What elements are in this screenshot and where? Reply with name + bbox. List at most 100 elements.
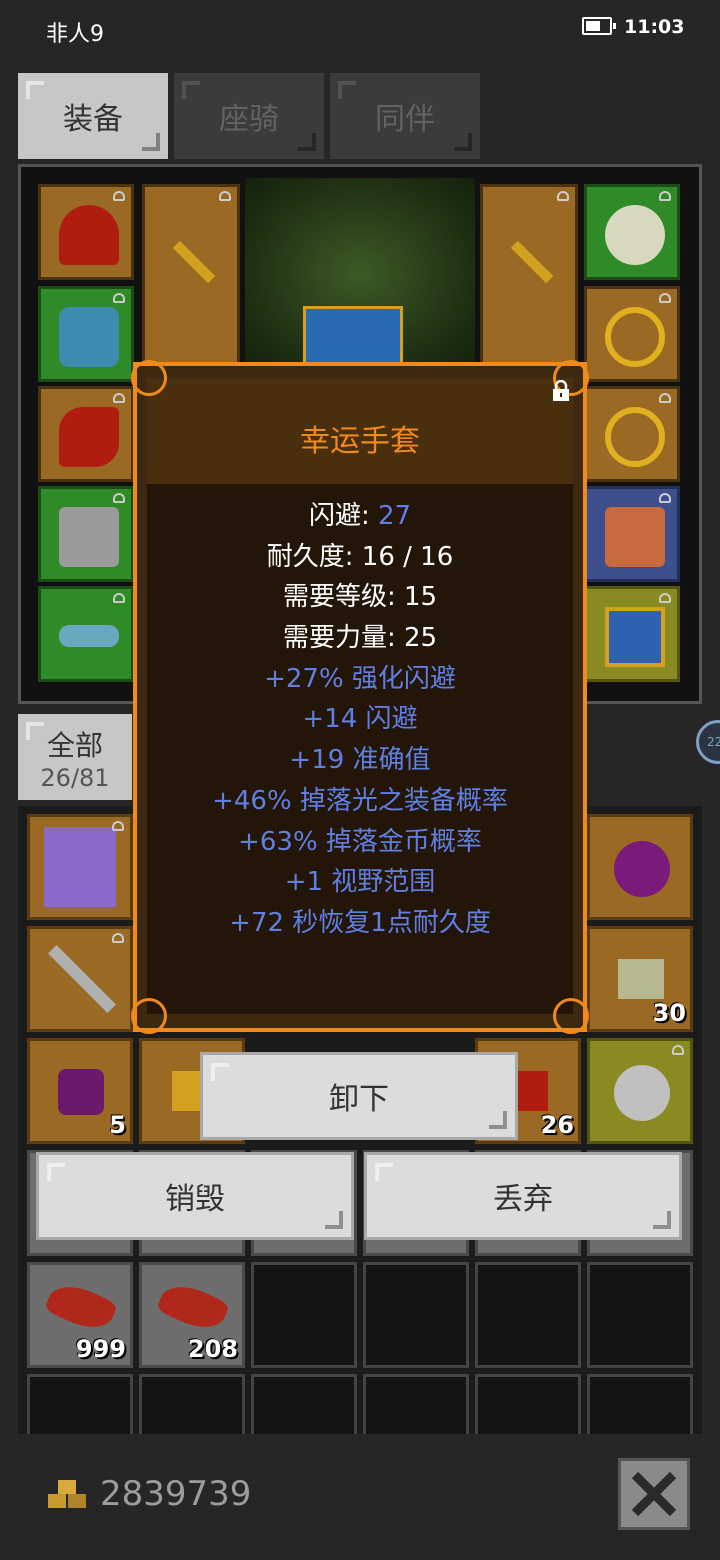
lock-icon — [219, 191, 231, 201]
inventory-slot[interactable] — [587, 814, 693, 920]
inventory-slot-empty[interactable] — [251, 1262, 357, 1368]
inventory-slot-empty[interactable] — [475, 1374, 581, 1434]
red-feather-icon — [155, 1276, 231, 1338]
slot-chest[interactable] — [584, 586, 680, 682]
discard-label: 丢弃 — [493, 1182, 553, 1217]
slot-gloves[interactable] — [38, 386, 134, 482]
discard-button[interactable]: 丢弃 — [364, 1152, 682, 1240]
status-bar: 非人9 11:03 — [0, 0, 720, 58]
inventory-filter[interactable]: 全部 26/81 — [18, 714, 132, 800]
treasure-chest-icon — [605, 607, 665, 667]
destroy-button[interactable]: 销毁 — [36, 1152, 354, 1240]
item-stats: 闪避: 27 耐久度: 16 / 16 需要等级: 15 需要力量: 25 +2… — [137, 496, 583, 944]
character-card-icon — [44, 827, 116, 907]
tab-mount[interactable]: 座骑 — [174, 73, 324, 159]
inventory-slot-empty[interactable] — [587, 1262, 693, 1368]
side-notification-badge[interactable]: 22 — [696, 720, 720, 764]
lock-icon — [113, 191, 125, 201]
steel-sword-icon — [48, 945, 116, 1013]
ornament-icon — [131, 998, 167, 1034]
inventory-slot-empty[interactable] — [475, 1262, 581, 1368]
inventory-slot[interactable] — [27, 926, 133, 1032]
bonus-line: +72 秒恢复1点耐久度 — [229, 907, 491, 938]
inventory-slot-empty[interactable] — [251, 1374, 357, 1434]
bonus-line: +27% 强化闪避 — [264, 663, 456, 694]
lock-icon — [659, 593, 671, 603]
purple-gem-icon — [58, 1069, 104, 1115]
battery-icon — [582, 17, 616, 35]
stat-durability: 耐久度: 16 / 16 — [266, 541, 454, 572]
inventory-slot-empty[interactable] — [363, 1262, 469, 1368]
red-glove-icon — [59, 407, 119, 467]
ornament-icon — [131, 360, 167, 396]
bonus-line: +63% 掉落金币概率 — [238, 826, 482, 857]
inventory-slot-empty[interactable] — [139, 1374, 245, 1434]
lock-icon — [113, 593, 125, 603]
slot-off-weapon[interactable] — [480, 184, 578, 374]
close-button[interactable] — [618, 1458, 690, 1530]
lock-icon — [112, 933, 124, 943]
lock-icon — [659, 191, 671, 201]
inventory-slot[interactable] — [587, 1038, 693, 1144]
red-helmet-icon — [59, 205, 119, 265]
red-feather-icon — [43, 1276, 119, 1338]
lock-icon — [659, 293, 671, 303]
unequip-label: 卸下 — [329, 1082, 389, 1117]
inventory-slot-empty[interactable] — [27, 1374, 133, 1434]
inventory-slot[interactable]: 5 — [27, 1038, 133, 1144]
stat-required-strength: 需要力量: 25 — [282, 623, 438, 654]
slot-boots[interactable] — [38, 486, 134, 582]
tab-mount-label: 座骑 — [219, 102, 279, 137]
destroy-label: 销毁 — [165, 1182, 225, 1217]
item-count: 208 — [187, 1335, 238, 1363]
golden-dagger-icon — [510, 240, 554, 284]
lock-icon — [557, 191, 569, 201]
lock-icon — [113, 393, 125, 403]
filter-label: 全部 — [46, 729, 103, 762]
treasure-chest-icon — [303, 306, 403, 368]
scroll-icon — [605, 507, 665, 567]
silver-amulet-icon — [605, 205, 665, 265]
bonus-line: +46% 掉落光之装备概率 — [212, 785, 508, 816]
inventory-slot[interactable]: 999 — [27, 1262, 133, 1368]
stat-required-level: 需要等级: 15 — [282, 582, 438, 613]
slot-belt[interactable] — [38, 586, 134, 682]
inventory-slot-empty[interactable] — [587, 1374, 693, 1434]
tab-companion[interactable]: 同伴 — [330, 73, 480, 159]
inventory-slot[interactable]: 30 — [587, 926, 693, 1032]
slot-armor[interactable] — [38, 286, 134, 382]
item-tooltip: 幸运手套 闪避: 27 耐久度: 16 / 16 需要等级: 15 需要力量: … — [131, 360, 589, 1034]
bonus-line: +1 视野范围 — [284, 867, 436, 898]
slot-helmet[interactable] — [38, 184, 134, 280]
lock-icon — [659, 393, 671, 403]
item-count: 30 — [652, 999, 686, 1027]
item-count: 5 — [109, 1111, 126, 1139]
carrier-name: 非人9 — [46, 22, 104, 47]
slot-scroll[interactable] — [584, 486, 680, 582]
gold-coins-icon — [48, 1480, 86, 1508]
stat-dodge: 闪避: 27 — [308, 501, 412, 531]
golden-sword-icon — [172, 240, 216, 284]
inventory-slot[interactable]: 208 — [139, 1262, 245, 1368]
cloth-icon — [618, 959, 664, 999]
slot-ring-1[interactable] — [584, 286, 680, 382]
inventory-slot-empty[interactable] — [363, 1374, 469, 1434]
character-preview — [245, 178, 475, 368]
gold-ring-icon — [605, 407, 665, 467]
tab-equipment[interactable]: 装备 — [18, 73, 168, 159]
iron-boots-icon — [59, 507, 119, 567]
item-name: 幸运手套 — [300, 424, 420, 459]
unequip-button[interactable]: 卸下 — [200, 1052, 518, 1140]
slot-main-weapon[interactable] — [142, 184, 240, 374]
gold-amount: 2839739 — [100, 1474, 252, 1514]
lock-icon — [113, 293, 125, 303]
slot-ring-2[interactable] — [584, 386, 680, 482]
inventory-slot[interactable] — [27, 814, 133, 920]
tab-companion-label: 同伴 — [375, 102, 435, 137]
lock-icon[interactable] — [551, 380, 571, 402]
lock-icon — [113, 493, 125, 503]
item-count: 999 — [75, 1335, 126, 1363]
slot-amulet[interactable] — [584, 184, 680, 280]
inventory-count: 26/81 — [40, 764, 110, 792]
status-time: 11:03 — [624, 16, 685, 38]
